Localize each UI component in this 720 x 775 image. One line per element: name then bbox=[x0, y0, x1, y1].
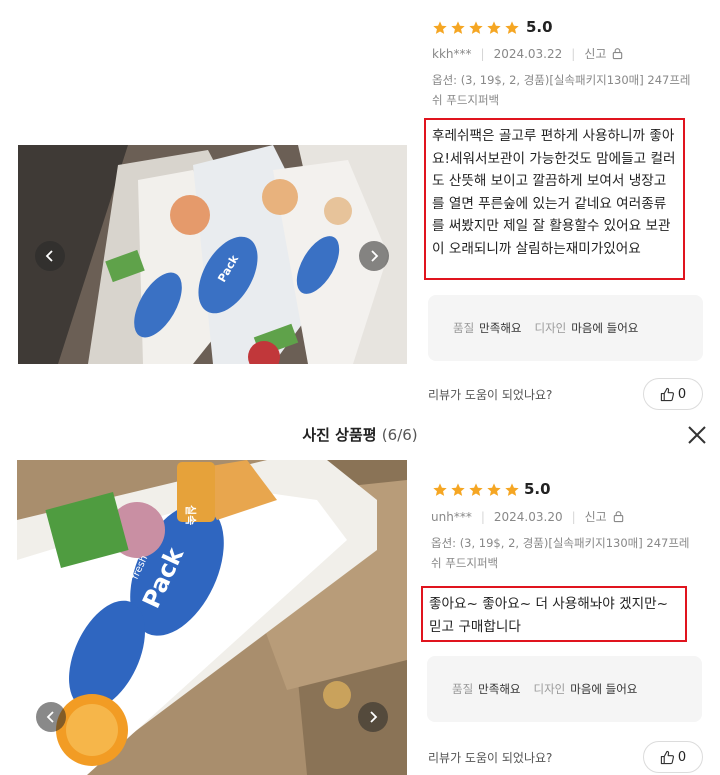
thumbs-up-icon bbox=[660, 750, 674, 764]
lock-icon bbox=[613, 511, 623, 523]
review-feedback-panel: 품질 만족해요 디자인 마음에 들어요 bbox=[428, 295, 703, 361]
svg-text:실속: 실속 bbox=[184, 505, 198, 525]
star-rating bbox=[432, 482, 520, 498]
prev-photo-button[interactable] bbox=[36, 702, 66, 732]
design-value: 마음에 들어요 bbox=[571, 321, 639, 335]
helpful-question: 리뷰가 도움이 되었나요? bbox=[428, 388, 553, 402]
divider: | bbox=[571, 509, 576, 524]
review-photo[interactable]: 실속 Pack fresh bbox=[17, 460, 407, 775]
divider: | bbox=[480, 46, 485, 61]
next-photo-button[interactable] bbox=[358, 702, 388, 732]
chevron-right-icon bbox=[371, 250, 379, 262]
photo-count: (6/6) bbox=[381, 426, 418, 444]
chevron-left-icon bbox=[46, 711, 54, 723]
quality-value: 만족해요 bbox=[478, 682, 521, 696]
purchase-option: 옵션: (3, 19$, 2, 경품)[실속패키지130매] 247프레쉬 푸드… bbox=[431, 536, 690, 570]
star-icon bbox=[469, 483, 483, 496]
review-text: 좋아요~ 좋아요~ 더 사용해놔야 겠지만~ 믿고 구매합니다 bbox=[429, 596, 669, 635]
review-text-highlight: 좋아요~ 좋아요~ 더 사용해놔야 겠지만~ 믿고 구매합니다 bbox=[421, 586, 687, 642]
review-photo[interactable]: Pack bbox=[18, 145, 407, 364]
star-icon bbox=[433, 483, 447, 496]
next-photo-button[interactable] bbox=[359, 241, 389, 271]
review-text-highlight: 후레쉬팩은 골고루 편하게 사용하니까 좋아요!세워서보관이 가능한것도 맘에들… bbox=[424, 118, 685, 280]
review-meta: kkh*** | 2024.03.22 | 신고 bbox=[432, 45, 624, 62]
star-icon bbox=[487, 21, 501, 34]
quality-label: 품질 bbox=[453, 321, 475, 335]
purchase-option: 옵션: (3, 19$, 2, 경품)[실속패키지130매] 247프레쉬 푸드… bbox=[432, 73, 691, 107]
rating-score: 5.0 bbox=[526, 18, 553, 36]
modal-title-text: 사진 상품평 bbox=[302, 426, 377, 444]
chevron-right-icon bbox=[370, 711, 378, 723]
prev-photo-button[interactable] bbox=[35, 241, 65, 271]
star-icon bbox=[469, 21, 483, 34]
star-icon bbox=[505, 483, 519, 496]
star-icon bbox=[487, 483, 501, 496]
like-button[interactable]: 0 bbox=[643, 741, 703, 773]
divider: | bbox=[480, 509, 485, 524]
review-date: 2024.03.20 bbox=[493, 509, 563, 524]
review-date: 2024.03.22 bbox=[493, 46, 563, 61]
quality-value: 만족해요 bbox=[479, 321, 522, 335]
star-rating bbox=[432, 20, 520, 36]
quality-label: 품질 bbox=[452, 682, 474, 696]
helpful-question: 리뷰가 도움이 되었나요? bbox=[428, 751, 553, 765]
reviewer-name: unh*** bbox=[431, 509, 472, 524]
close-icon[interactable] bbox=[686, 424, 708, 446]
review-text: 후레쉬팩은 골고루 편하게 사용하니까 좋아요!세워서보관이 가능한것도 맘에들… bbox=[432, 128, 676, 257]
design-label: 디자인 bbox=[534, 321, 567, 335]
lock-icon bbox=[613, 48, 623, 60]
reviewer-name: kkh*** bbox=[432, 46, 472, 61]
star-icon bbox=[433, 21, 447, 34]
like-button[interactable]: 0 bbox=[643, 378, 703, 410]
star-icon bbox=[505, 21, 519, 34]
design-value: 마음에 들어요 bbox=[570, 682, 638, 696]
thumbs-up-icon bbox=[660, 387, 674, 401]
report-link[interactable]: 신고 bbox=[584, 45, 606, 62]
like-count: 0 bbox=[677, 386, 687, 402]
chevron-left-icon bbox=[45, 250, 53, 262]
star-icon bbox=[451, 21, 465, 34]
review-meta: unh*** | 2024.03.20 | 신고 bbox=[431, 508, 625, 525]
star-icon bbox=[451, 483, 465, 496]
modal-title: 사진 상품평 (6/6) bbox=[0, 424, 720, 445]
divider: | bbox=[571, 46, 576, 61]
product-box-photo: Pack bbox=[18, 145, 407, 364]
product-box-photo: 실속 Pack fresh bbox=[17, 460, 407, 775]
like-count: 0 bbox=[677, 749, 687, 765]
review-feedback-panel: 품질 만족해요 디자인 마음에 들어요 bbox=[427, 656, 702, 722]
report-link[interactable]: 신고 bbox=[585, 508, 607, 525]
rating-score: 5.0 bbox=[524, 480, 551, 498]
design-label: 디자인 bbox=[533, 682, 566, 696]
